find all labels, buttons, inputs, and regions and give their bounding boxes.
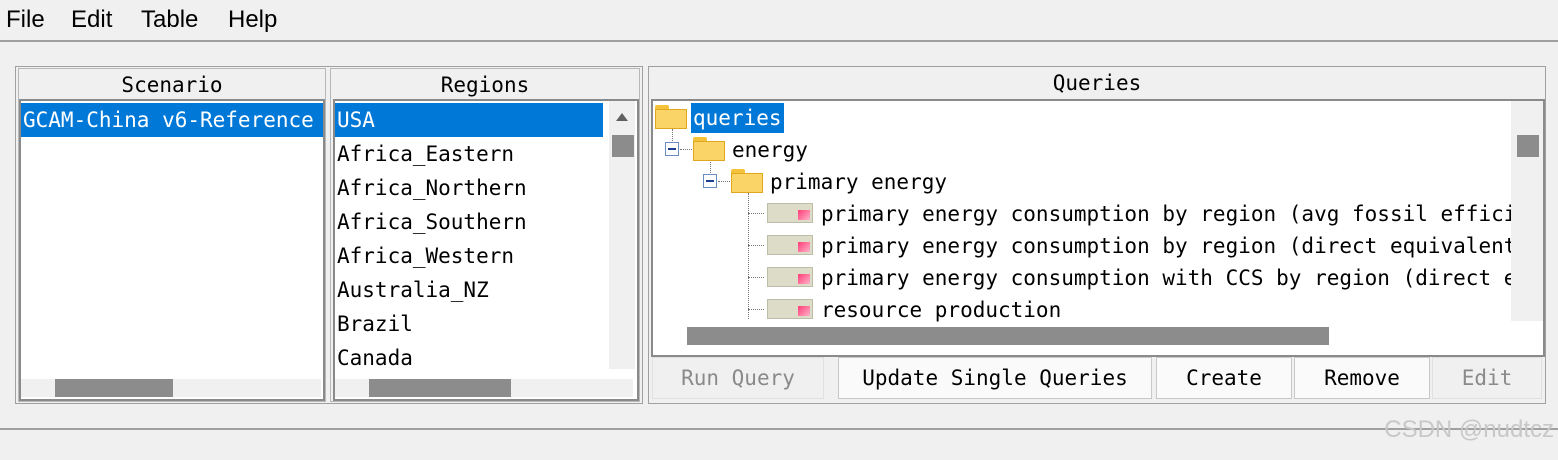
- tree-node-primary-energy-label: primary energy: [770, 170, 948, 194]
- run-query-button[interactable]: Run Query: [652, 357, 824, 399]
- tree-leaf-label: primary energy consumption by region (di…: [821, 234, 1530, 258]
- folder-icon: [693, 137, 725, 161]
- regions-hscroll-thumb[interactable]: [369, 379, 511, 397]
- queries-vscrollbar[interactable]: [1511, 101, 1543, 321]
- menu-divider: [0, 40, 1558, 42]
- scenario-hscrollbar[interactable]: [21, 379, 321, 397]
- watermark: CSDN @nudtcz: [1384, 416, 1554, 443]
- status-divider: [0, 428, 1558, 430]
- region-item[interactable]: Africa_Eastern: [335, 137, 637, 171]
- scenario-list[interactable]: GCAM-China v6-Reference 2: [19, 99, 325, 401]
- remove-button[interactable]: Remove: [1294, 357, 1430, 399]
- tree-line: [718, 181, 730, 182]
- query-icon: [767, 235, 813, 255]
- queries-header: Queries: [1052, 71, 1142, 95]
- tree-line: [748, 213, 764, 214]
- queries-panel: Queries queries energy primary energy pr…: [648, 66, 1546, 404]
- tree-node-energy-label: energy: [732, 138, 808, 162]
- tree-line: [748, 277, 764, 278]
- query-icon: [767, 203, 813, 223]
- regions-hscrollbar[interactable]: [335, 379, 633, 397]
- menu-help[interactable]: Help: [228, 4, 277, 36]
- tree-leaf-label: resource production: [821, 298, 1062, 322]
- region-item[interactable]: Canada: [335, 341, 637, 375]
- query-icon: [767, 299, 813, 319]
- regions-list[interactable]: USA Africa_Eastern Africa_Northern Afric…: [333, 99, 639, 401]
- folder-icon: [655, 105, 687, 129]
- menu-table[interactable]: Table: [141, 4, 198, 36]
- scenario-item[interactable]: GCAM-China v6-Reference 2: [21, 103, 323, 137]
- tree-leaf-label: primary energy consumption with CCS by r…: [821, 266, 1545, 290]
- update-single-queries-button[interactable]: Update Single Queries: [838, 357, 1152, 399]
- scenario-panel: Scenario GCAM-China v6-Reference 2: [18, 68, 326, 402]
- collapse-icon[interactable]: [665, 142, 679, 156]
- region-item[interactable]: Africa_Western: [335, 239, 637, 273]
- tree-root-label: queries: [691, 103, 784, 133]
- collapse-icon[interactable]: [703, 174, 717, 188]
- queries-hscroll-thumb[interactable]: [687, 327, 1329, 345]
- menu-file[interactable]: File: [6, 4, 45, 36]
- query-icon: [767, 267, 813, 287]
- regions-vscrollbar[interactable]: [609, 101, 635, 369]
- queries-hscrollbar[interactable]: [653, 323, 1509, 349]
- menu-edit[interactable]: Edit: [71, 4, 112, 36]
- region-item[interactable]: Africa_Northern: [335, 171, 637, 205]
- region-item[interactable]: Africa_Southern: [335, 205, 637, 239]
- regions-header: Regions: [440, 73, 530, 97]
- scroll-up-arrow-icon[interactable]: [616, 113, 628, 121]
- tree-line: [748, 193, 749, 319]
- edit-button[interactable]: Edit: [1432, 357, 1542, 399]
- tree-line: [748, 309, 764, 310]
- scenario-hscroll-thumb[interactable]: [55, 379, 173, 397]
- menu-bar: File Edit Table Help: [0, 0, 1558, 40]
- create-button[interactable]: Create: [1156, 357, 1292, 399]
- tree-line: [748, 245, 764, 246]
- queries-tree[interactable]: queries energy primary energy primary en…: [651, 99, 1545, 357]
- region-item-usa[interactable]: USA: [335, 103, 603, 137]
- tree-leaf-label: primary energy consumption by region (av…: [821, 202, 1545, 226]
- region-item[interactable]: Brazil: [335, 307, 637, 341]
- region-item[interactable]: Australia_NZ: [335, 273, 637, 307]
- regions-panel: Regions USA Africa_Eastern Africa_Northe…: [330, 68, 640, 402]
- tree-line: [680, 149, 692, 150]
- scenario-header: Scenario: [121, 73, 223, 97]
- regions-vscroll-thumb[interactable]: [612, 135, 634, 157]
- folder-icon: [731, 169, 763, 193]
- queries-vscroll-thumb[interactable]: [1517, 135, 1539, 157]
